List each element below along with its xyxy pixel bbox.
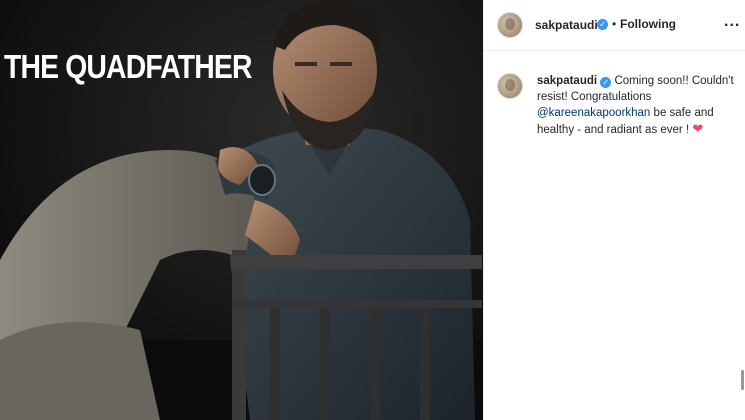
header-separator: • — [612, 17, 617, 31]
more-options-icon[interactable]: ... — [724, 13, 740, 31]
avatar[interactable] — [497, 12, 523, 38]
scrollbar-thumb[interactable] — [741, 370, 744, 390]
header-username[interactable]: sakpataudi — [535, 18, 598, 32]
post-sidebar: sakpataudi ✓ • Following ... sakpataudi … — [483, 0, 745, 420]
verified-badge-icon: ✓ — [597, 19, 608, 30]
comment-avatar[interactable] — [497, 73, 523, 99]
image-overlay-title: THE QUADFATHER — [4, 48, 252, 85]
comment-mention-link[interactable]: @kareenakapoorkhan — [537, 107, 650, 119]
caption-comment: sakpataudi ✓ Coming soon!! Couldn't resi… — [537, 73, 737, 138]
comment-username[interactable]: sakpataudi — [537, 75, 597, 87]
post-header: sakpataudi ✓ • Following ... — [484, 0, 745, 51]
heart-emoji-icon: ❤ — [692, 121, 704, 136]
following-button[interactable]: Following — [620, 17, 676, 31]
post-image[interactable]: THE QUADFATHER — [0, 0, 483, 420]
verified-badge-icon: ✓ — [600, 77, 612, 88]
